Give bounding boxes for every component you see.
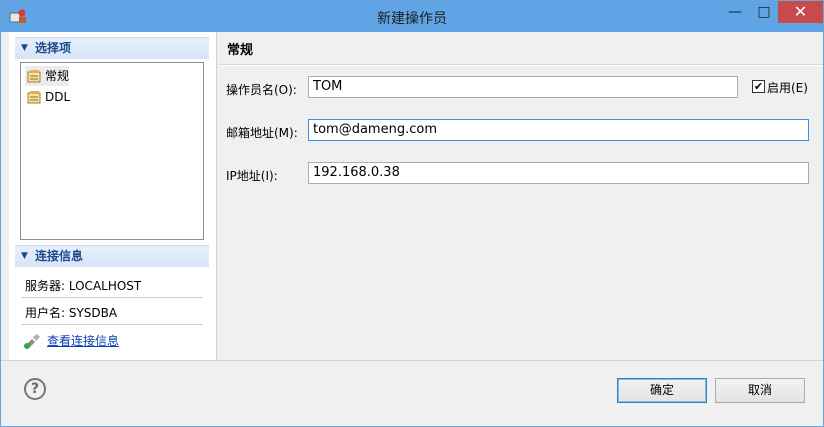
help-icon[interactable]: ? bbox=[24, 378, 46, 400]
divider bbox=[21, 297, 203, 298]
ip-address-label: IP地址(I): bbox=[226, 169, 278, 183]
title-bar[interactable]: 新建操作员 — □ ✕ bbox=[1, 1, 823, 32]
email-input[interactable]: tom@dameng.com bbox=[308, 119, 809, 141]
close-button[interactable]: ✕ bbox=[778, 1, 823, 23]
ok-button[interactable]: 确定 bbox=[617, 378, 707, 403]
user-info: 用户名: SYSDBA bbox=[25, 306, 118, 320]
operator-name-label: 操作员名(O): bbox=[226, 83, 297, 97]
enable-label[interactable]: 启用(E) bbox=[767, 79, 808, 96]
tree-item-label: DDL bbox=[45, 90, 71, 104]
operator-name-input[interactable]: TOM bbox=[308, 76, 738, 98]
option-tree[interactable]: 常规 DDL bbox=[20, 62, 204, 240]
tree-item-general[interactable]: 常规 bbox=[25, 66, 70, 86]
server-info: 服务器: LOCALHOST bbox=[25, 279, 142, 293]
dialog-window: 新建操作员 — □ ✕ ▼ 选择项 常规 DDL ▼ 连接信息 服务器: LOC… bbox=[0, 0, 824, 427]
connection-section-label: 连接信息 bbox=[35, 249, 84, 263]
divider bbox=[21, 324, 203, 325]
connection-plug-icon bbox=[24, 334, 40, 349]
view-connection-link[interactable]: 查看连接信息 bbox=[23, 332, 119, 349]
view-connection-link-text[interactable]: 查看连接信息 bbox=[47, 334, 119, 348]
collapse-triangle-icon[interactable]: ▼ bbox=[21, 38, 28, 59]
left-panel: ▼ 选择项 常规 DDL ▼ 连接信息 服务器: LOCALHOST 用户名: … bbox=[9, 32, 217, 360]
divider bbox=[1, 360, 823, 361]
cancel-button[interactable]: 取消 bbox=[715, 378, 805, 403]
select-section-header[interactable]: ▼ 选择项 bbox=[15, 37, 209, 59]
maximize-button[interactable]: □ bbox=[751, 1, 777, 23]
general-node-icon bbox=[27, 70, 41, 83]
page-title: 常规 bbox=[227, 43, 254, 58]
collapse-triangle-icon[interactable]: ▼ bbox=[21, 246, 28, 267]
email-label: 邮箱地址(M): bbox=[226, 126, 298, 140]
window-title: 新建操作员 bbox=[377, 11, 447, 27]
select-section-label: 选择项 bbox=[35, 41, 72, 55]
tree-item-ddl[interactable]: DDL bbox=[25, 87, 70, 107]
ddl-node-icon bbox=[27, 91, 41, 104]
enable-checkbox[interactable]: ✔ bbox=[752, 80, 765, 93]
ip-address-input[interactable]: 192.168.0.38 bbox=[308, 162, 809, 184]
right-panel: 常规 操作员名(O): TOM ✔ 启用(E) 邮箱地址(M): tom@dam… bbox=[218, 32, 823, 360]
divider bbox=[218, 65, 823, 66]
minimize-button[interactable]: — bbox=[721, 1, 749, 23]
tree-item-label: 常规 bbox=[45, 69, 70, 83]
connection-section-header[interactable]: ▼ 连接信息 bbox=[15, 245, 209, 267]
